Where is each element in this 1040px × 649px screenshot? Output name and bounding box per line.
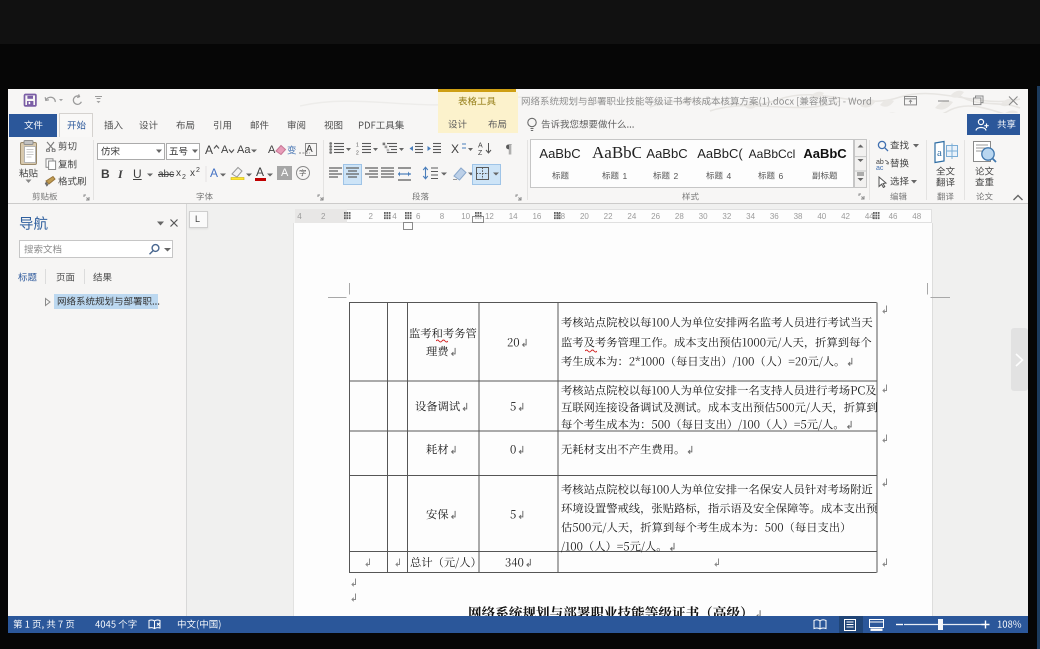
svg-text:A: A xyxy=(478,143,483,150)
svg-text:a: a xyxy=(937,147,942,159)
svg-text:Z: Z xyxy=(478,150,483,155)
svg-text:1: 1 xyxy=(356,143,359,149)
svg-text:¶: ¶ xyxy=(506,141,512,155)
svg-text:X: X xyxy=(451,142,459,155)
svg-text:2: 2 xyxy=(356,151,359,156)
svg-text:ac: ac xyxy=(876,165,884,170)
